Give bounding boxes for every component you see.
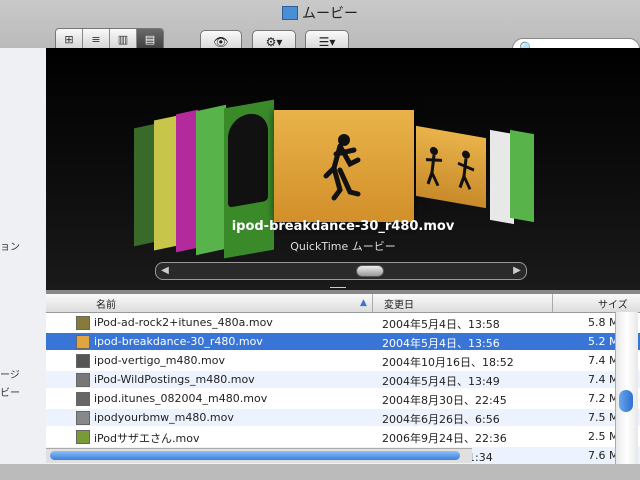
column-separator[interactable] — [372, 294, 373, 312]
file-size: 7.2 M — [588, 392, 619, 405]
window-title: ムービー — [302, 6, 358, 22]
vertical-scroll-thumb[interactable] — [619, 390, 633, 412]
title-bar: ムービー — [0, 0, 640, 28]
file-name: iPod-ad-rock2+itunes_480a.mov — [94, 316, 273, 329]
movie-file-icon — [76, 316, 90, 330]
file-size: 7.4 M — [588, 373, 619, 386]
file-date: 2004年6月26日、6:56 — [382, 413, 500, 426]
breakdance-silhouette-icon — [323, 134, 361, 201]
file-name: ipod-breakdance-30_r480.mov — [94, 335, 263, 348]
file-date: 2006年9月24日、22:36 — [382, 432, 507, 445]
horizontal-scrollbar[interactable] — [46, 448, 472, 463]
cover-flow-thumbnail[interactable] — [224, 99, 274, 259]
cover-flow-title: ipod-breakdance-30_r480.mov — [231, 219, 455, 234]
sidebar-item[interactable]: ビー — [0, 384, 20, 399]
horizontal-scroll-thumb[interactable] — [50, 451, 460, 460]
file-size: 7.4 M — [588, 354, 619, 367]
sidebar: ョン ージ ビー — [0, 48, 47, 480]
cover-flow-scroll-thumb[interactable] — [356, 265, 384, 277]
scroll-right-icon[interactable]: ▶ — [510, 264, 524, 278]
list-item[interactable]: iPod-WildPostings_m480.mov 2004年5月4日、13:4… — [46, 371, 640, 388]
list-item[interactable]: ipod.itunes_082004_m480.mov 2004年8月30日、22… — [46, 390, 640, 407]
list-item[interactable]: iPodサザエさん.mov 2006年9月24日、22:36 2.5 M — [46, 428, 640, 445]
status-bar — [0, 464, 640, 480]
file-size: 5.2 M — [588, 335, 619, 348]
file-size: 5.8 M — [588, 316, 619, 329]
sidebar-item[interactable]: ージ — [0, 366, 20, 381]
sort-ascending-icon: ▲ — [360, 298, 367, 308]
finder-window: ムービー ⊞ ≡ ▥ ▤ 👁 ⚙▾ ☰▾ 🔍 ョン ージ ビー — [0, 0, 640, 480]
file-date: 2004年10月16日、18:52 — [382, 356, 514, 369]
folder-icon — [282, 6, 298, 20]
column-header-date[interactable]: 変更日 — [384, 296, 414, 311]
file-date: 2004年5月4日、13:58 — [382, 318, 500, 331]
sidebar-item[interactable]: ョン — [0, 238, 20, 253]
file-size: 7.6 M — [588, 449, 619, 462]
cover-flow-selected-item[interactable] — [274, 110, 414, 222]
band-silhouette-icon — [425, 146, 475, 190]
file-date: 2004年8月30日、22:45 — [382, 394, 507, 407]
cover-flow-thumbnail[interactable] — [416, 125, 486, 209]
column-header-size[interactable]: サイズ — [598, 296, 628, 311]
file-name: ipodyourbmw_m480.mov — [94, 411, 234, 424]
gear-icon: ⚙▾ — [265, 35, 283, 49]
movie-file-icon — [76, 354, 90, 368]
vertical-scrollbar[interactable] — [615, 312, 638, 480]
list-item[interactable]: ipod-vertigo_m480.mov 2004年10月16日、18:52 7.… — [46, 352, 640, 369]
column-header-name[interactable]: 名前 — [96, 296, 116, 311]
list-header: 名前 ▲ 変更日 サイズ — [46, 294, 640, 313]
file-size: 7.5 M — [588, 411, 619, 424]
movie-file-icon — [76, 335, 90, 349]
column-separator[interactable] — [552, 294, 553, 312]
scroll-left-icon[interactable]: ◀ — [158, 264, 172, 278]
file-date: 2004年5月4日、13:56 — [382, 337, 500, 350]
eye-icon: 👁 — [213, 35, 229, 49]
cover-flow-thumbnail[interactable] — [510, 129, 534, 223]
list-item[interactable]: ipod-breakdance-30_r480.mov 2004年5月4日、13:… — [46, 333, 640, 350]
file-name: ipod.itunes_082004_m480.mov — [94, 392, 268, 405]
file-size: 2.5 M — [588, 430, 619, 443]
movie-file-icon — [76, 411, 90, 425]
list-item[interactable]: iPod-ad-rock2+itunes_480a.mov 2004年5月4日、1… — [46, 314, 640, 331]
file-date: 2004年5月4日、13:49 — [382, 375, 500, 388]
file-name: iPodサザエさん.mov — [94, 432, 200, 445]
list-item[interactable]: ipodyourbmw_m480.mov 2004年6月26日、6:56 7.5 M — [46, 409, 640, 426]
arrange-icon: ☰▾ — [318, 35, 336, 49]
movie-file-icon — [76, 430, 90, 444]
cover-flow-scrollbar[interactable]: ◀ ▶ — [155, 262, 527, 280]
movie-file-icon — [76, 373, 90, 387]
movie-file-icon — [76, 392, 90, 406]
file-name: iPod-WildPostings_m480.mov — [94, 373, 255, 386]
dancer-silhouette-icon — [228, 110, 268, 208]
cover-flow-kind: QuickTime ムービー — [290, 240, 396, 253]
file-name: ipod-vertigo_m480.mov — [94, 354, 225, 367]
